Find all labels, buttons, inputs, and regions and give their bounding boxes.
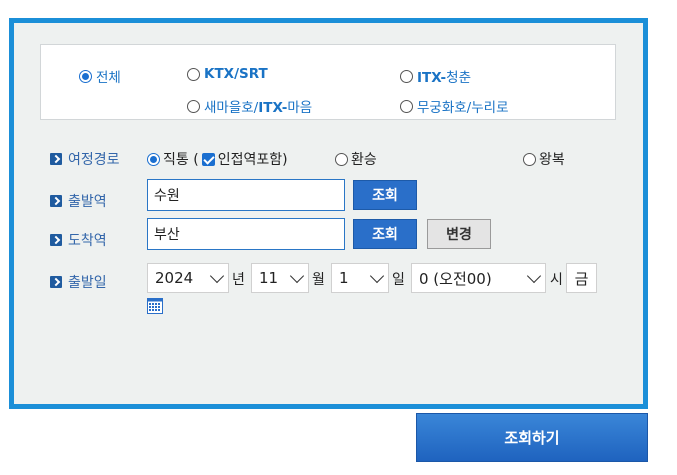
departure-label: 출발역 [50, 191, 107, 211]
hour-select[interactable]: 0 (오전00) [411, 263, 546, 293]
month-select[interactable]: 11 [251, 263, 309, 293]
radio-icon[interactable] [335, 152, 348, 166]
train-type-mugunghwa-label: 무궁화호/누리로 [417, 100, 509, 116]
departure-search-button[interactable]: 조회 [353, 180, 417, 210]
swap-stations-button[interactable]: 변경 [427, 219, 491, 249]
train-type-saemaeul-label: 새마을호/ITX-마음 [204, 100, 313, 116]
radio-icon[interactable] [400, 69, 413, 83]
departure-station-input[interactable] [147, 179, 345, 211]
chevron-right-icon [50, 195, 62, 207]
train-type-itx-option[interactable]: ITX-청춘 [400, 66, 471, 86]
route-transfer-option[interactable]: 환승 [335, 149, 377, 169]
arrival-label: 도착역 [50, 230, 107, 250]
departure-date-label: 출발일 [50, 272, 107, 292]
radio-checked-icon[interactable] [147, 152, 160, 166]
train-type-all-option[interactable]: 전체 [79, 66, 121, 86]
day-select[interactable]: 1 [331, 263, 389, 293]
radio-icon[interactable] [187, 67, 200, 81]
chevron-right-icon [50, 153, 62, 165]
chevron-down-icon [369, 268, 385, 283]
train-type-all-label: 전체 [96, 70, 121, 86]
arrival-station-input[interactable] [147, 218, 345, 250]
train-type-ktx-label: KTX/SRT [204, 66, 268, 82]
route-round-trip-option[interactable]: 왕복 [523, 149, 565, 169]
hour-unit: 시 [550, 272, 563, 288]
chevron-right-icon [50, 276, 62, 288]
chevron-right-icon [50, 234, 62, 246]
year-unit: 년 [232, 272, 245, 288]
search-panel: 전체 KTX/SRT ITX-청춘 새마을호/ITX-마음 무궁화호/누리로 여… [9, 18, 648, 409]
adjacent-station-checkbox[interactable] [201, 152, 215, 166]
chevron-down-icon [289, 268, 305, 283]
radio-checked-icon[interactable] [79, 69, 92, 83]
arrival-search-button[interactable]: 조회 [353, 219, 417, 249]
year-select[interactable]: 2024 [147, 263, 229, 293]
train-type-ktx-option[interactable]: KTX/SRT [187, 66, 268, 82]
train-type-mugunghwa-option[interactable]: 무궁화호/누리로 [400, 96, 509, 116]
train-type-itx-label: ITX-청춘 [417, 70, 471, 86]
chevron-down-icon [209, 268, 225, 283]
train-type-saemaeul-option[interactable]: 새마을호/ITX-마음 [187, 96, 312, 116]
calendar-icon[interactable] [147, 298, 163, 314]
radio-icon[interactable] [523, 152, 536, 166]
radio-icon[interactable] [187, 99, 200, 113]
train-type-box: 전체 KTX/SRT ITX-청춘 새마을호/ITX-마음 무궁화호/누리로 [40, 44, 616, 120]
day-unit: 일 [392, 272, 405, 288]
radio-icon[interactable] [400, 99, 413, 113]
chevron-down-icon [526, 268, 542, 283]
route-label: 여정경로 [50, 149, 120, 169]
month-unit: 월 [312, 272, 325, 288]
search-submit-button[interactable]: 조회하기 [416, 413, 648, 462]
weekday-display: 금 [566, 263, 597, 293]
route-direct-option[interactable]: 직통 ( 인접역포함) [147, 149, 288, 169]
